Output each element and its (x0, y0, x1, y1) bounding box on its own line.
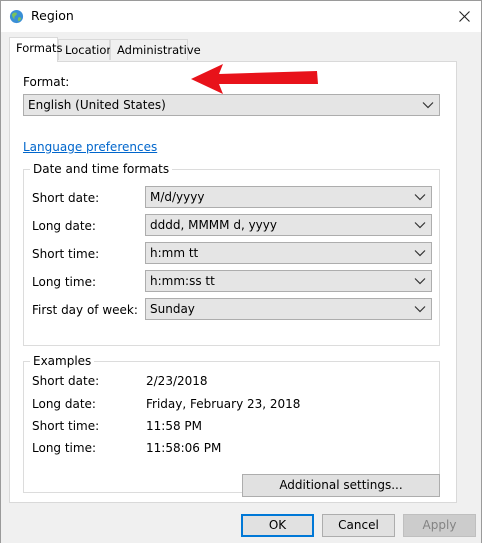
tab-location[interactable]: Location (58, 39, 114, 60)
example-long-date-label: Long date: (32, 397, 96, 411)
examples-title: Examples (30, 354, 95, 368)
format-label: Format: (23, 75, 70, 89)
chevron-down-icon (414, 306, 426, 313)
long-time-value: h:mm:ss tt (150, 274, 215, 288)
long-time-select[interactable]: h:mm:ss tt (145, 270, 432, 292)
formats-tab-page: Format: English (United States) Language… (9, 61, 457, 503)
example-short-date-value: 2/23/2018 (146, 374, 208, 388)
first-day-of-week-label: First day of week: (32, 303, 138, 317)
short-time-label: Short time: (32, 247, 100, 261)
window-title: Region (31, 8, 74, 23)
example-long-time-label: Long time: (32, 441, 97, 455)
example-short-time-label: Short time: (32, 419, 100, 433)
ok-button[interactable]: OK (241, 514, 314, 537)
first-day-of-week-value: Sunday (150, 302, 195, 316)
red-arrow-icon (191, 64, 318, 94)
close-icon (458, 10, 470, 22)
short-date-value: M/d/yyyy (150, 190, 205, 204)
tab-administrative[interactable]: Administrative (110, 39, 201, 60)
first-day-of-week-select[interactable]: Sunday (145, 298, 432, 320)
example-long-date-value: Friday, February 23, 2018 (146, 397, 301, 411)
date-time-formats-group: Date and time formats Short date: M/d/yy… (23, 162, 440, 346)
title-bar: Region (1, 1, 481, 32)
short-time-select[interactable]: h:mm tt (145, 242, 432, 264)
chevron-down-icon (414, 194, 426, 201)
tab-formats[interactable]: Formats (9, 37, 63, 62)
chevron-down-icon (414, 222, 426, 229)
long-time-label: Long time: (32, 275, 97, 289)
globe-icon (9, 9, 24, 24)
example-short-date-label: Short date: (32, 374, 100, 388)
region-dialog: Region Formats Location Administrative F… (0, 0, 482, 543)
dialog-client-area: Formats Location Administrative Format: … (1, 32, 481, 543)
example-short-time-value: 11:58 PM (146, 419, 202, 433)
chevron-down-icon (414, 250, 426, 257)
example-long-time-value: 11:58:06 PM (146, 441, 222, 455)
format-select[interactable]: English (United States) (23, 94, 440, 116)
chevron-down-icon (414, 278, 426, 285)
apply-button[interactable]: Apply (403, 514, 476, 537)
long-date-select[interactable]: dddd, MMMM d, yyyy (145, 214, 432, 236)
short-date-select[interactable]: M/d/yyyy (145, 186, 432, 208)
cancel-button[interactable]: Cancel (322, 514, 395, 537)
short-date-label: Short date: (32, 191, 100, 205)
long-date-label: Long date: (32, 219, 96, 233)
long-date-value: dddd, MMMM d, yyyy (150, 218, 277, 232)
language-preferences-link[interactable]: Language preferences (23, 140, 157, 154)
close-button[interactable] (447, 1, 481, 31)
additional-settings-button[interactable]: Additional settings... (242, 474, 440, 497)
date-time-formats-title: Date and time formats (30, 162, 173, 176)
chevron-down-icon (422, 102, 434, 109)
format-select-value: English (United States) (28, 98, 166, 112)
short-time-value: h:mm tt (150, 246, 199, 260)
